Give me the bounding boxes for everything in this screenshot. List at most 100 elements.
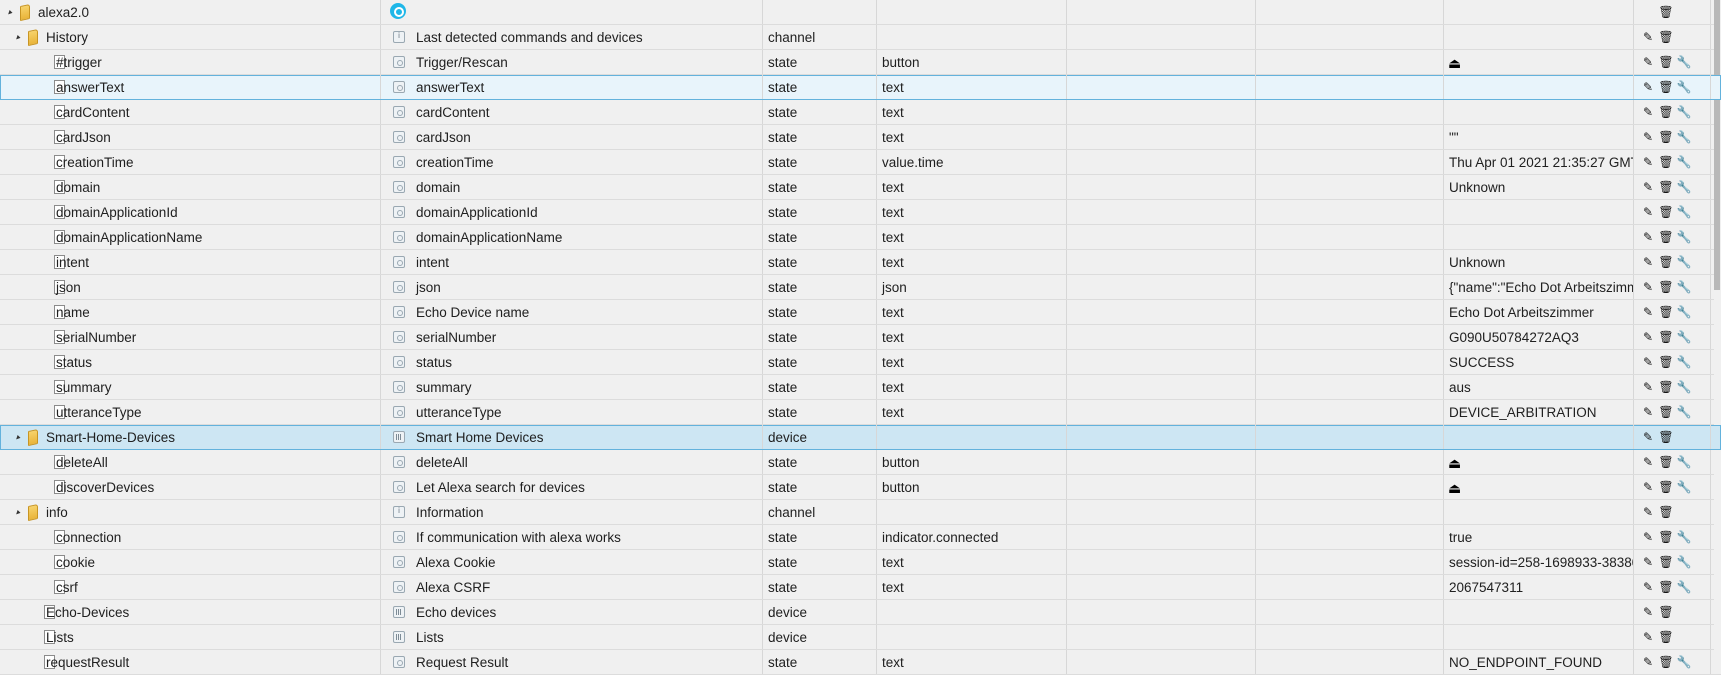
edit-icon[interactable]: ✎ [1640, 475, 1656, 499]
value-cell[interactable]: ⏏ [1444, 50, 1634, 74]
tree-row[interactable]: ▲History Last detected commands and devic… [0, 25, 1721, 50]
delete-icon[interactable]: 🗑 [1658, 400, 1674, 424]
delete-icon[interactable]: 🗑 [1658, 525, 1674, 549]
edit-icon[interactable]: ✎ [1640, 200, 1656, 224]
delete-icon[interactable]: 🗑 [1658, 475, 1674, 499]
tree-row[interactable]: status status state text SUCCESS ✎ 🗑 🔧 [0, 350, 1721, 375]
tree-row[interactable]: serialNumber serialNumber state text G090U50… [0, 325, 1721, 350]
delete-icon[interactable]: 🗑 [1658, 175, 1674, 199]
edit-icon[interactable]: ✎ [1640, 550, 1656, 574]
tree-row[interactable]: intent intent state text Unknown ✎ 🗑 🔧 [0, 250, 1721, 275]
delete-icon[interactable]: 🗑 [1658, 225, 1674, 249]
tree-row[interactable]: summary summary state text aus ✎ 🗑 🔧 [0, 375, 1721, 400]
delete-icon[interactable]: 🗑 [1658, 350, 1674, 374]
delete-icon[interactable]: 🗑 [1658, 25, 1674, 49]
delete-icon[interactable]: 🗑 [1658, 325, 1674, 349]
settings-wrench-icon[interactable]: 🔧 [1676, 400, 1692, 424]
delete-icon[interactable]: 🗑 [1658, 575, 1674, 599]
settings-wrench-icon[interactable]: 🔧 [1676, 375, 1692, 399]
delete-icon[interactable]: 🗑 [1658, 200, 1674, 224]
settings-wrench-icon[interactable]: 🔧 [1676, 575, 1692, 599]
delete-icon[interactable]: 🗑 [1658, 0, 1674, 24]
tree-row[interactable]: Echo-Devices Echo devices device ✎ 🗑 [0, 600, 1721, 625]
tree-row[interactable]: csrf Alexa CSRF state text 2067547311 ✎ 🗑 🔧 [0, 575, 1721, 600]
edit-icon[interactable]: ✎ [1640, 400, 1656, 424]
delete-icon[interactable]: 🗑 [1658, 50, 1674, 74]
edit-icon[interactable]: ✎ [1640, 225, 1656, 249]
tree-row[interactable]: cardJson cardJson state text "" ✎ 🗑 🔧 [0, 125, 1721, 150]
edit-icon[interactable]: ✎ [1640, 350, 1656, 374]
edit-icon[interactable]: ✎ [1640, 300, 1656, 324]
settings-wrench-icon[interactable]: 🔧 [1676, 150, 1692, 174]
delete-icon[interactable]: 🗑 [1658, 425, 1674, 449]
settings-wrench-icon[interactable]: 🔧 [1676, 275, 1692, 299]
tree-row[interactable]: ▲ Smart-Home-Devices Smart Home Devices dev… [0, 425, 1721, 450]
tree-row[interactable]: domainApplicationId domainApplicationId st… [0, 200, 1721, 225]
scrollbar-thumb[interactable] [1714, 0, 1720, 290]
tree-row[interactable]: ▲ alexa2.0 🗑 [0, 0, 1721, 25]
edit-icon[interactable]: ✎ [1640, 600, 1656, 624]
settings-wrench-icon[interactable]: 🔧 [1676, 225, 1692, 249]
delete-icon[interactable]: 🗑 [1658, 275, 1674, 299]
delete-icon[interactable]: 🗑 [1658, 625, 1674, 649]
edit-icon[interactable]: ✎ [1640, 275, 1656, 299]
delete-icon[interactable]: 🗑 [1658, 125, 1674, 149]
settings-wrench-icon[interactable]: 🔧 [1676, 250, 1692, 274]
tree-row[interactable]: requestResult Request Result state text NO_E… [0, 650, 1721, 675]
settings-wrench-icon[interactable]: 🔧 [1676, 175, 1692, 199]
tree-row[interactable]: deleteAll deleteAll state button ⏏ ✎ 🗑 🔧 [0, 450, 1721, 475]
trigger-button-icon[interactable]: ⏏ [1448, 476, 1461, 499]
settings-wrench-icon[interactable]: 🔧 [1676, 325, 1692, 349]
tree-row[interactable]: json json state json {"name":"Echo Dot Arbei… [0, 275, 1721, 300]
settings-wrench-icon[interactable]: 🔧 [1676, 200, 1692, 224]
tree-row[interactable]: #trigger Trigger/Rescan state button ⏏ ✎ 🗑 🔧 [0, 50, 1721, 75]
delete-icon[interactable]: 🗑 [1658, 650, 1674, 674]
trigger-button-icon[interactable]: ⏏ [1448, 51, 1461, 74]
delete-icon[interactable]: 🗑 [1658, 300, 1674, 324]
settings-wrench-icon[interactable]: 🔧 [1676, 125, 1692, 149]
tree-row[interactable]: cardContent cardContent state text ✎ 🗑 🔧 [0, 100, 1721, 125]
edit-icon[interactable]: ✎ [1640, 575, 1656, 599]
settings-wrench-icon[interactable]: 🔧 [1676, 350, 1692, 374]
settings-wrench-icon[interactable]: 🔧 [1676, 650, 1692, 674]
settings-wrench-icon[interactable]: 🔧 [1676, 100, 1692, 124]
edit-icon[interactable]: ✎ [1640, 125, 1656, 149]
tree-row[interactable]: name Echo Device name state text Echo Dot Ar… [0, 300, 1721, 325]
tree-row[interactable]: cookie Alexa Cookie state text session-id=25… [0, 550, 1721, 575]
tree-row[interactable]: discoverDevices Let Alexa search for devi… [0, 475, 1721, 500]
delete-icon[interactable]: 🗑 [1658, 500, 1674, 524]
delete-icon[interactable]: 🗑 [1658, 100, 1674, 124]
vertical-scrollbar[interactable] [1714, 0, 1721, 673]
delete-icon[interactable]: 🗑 [1658, 600, 1674, 624]
edit-icon[interactable]: ✎ [1640, 100, 1656, 124]
delete-icon[interactable]: 🗑 [1658, 75, 1674, 99]
tree-row[interactable]: answerText answerText state text ✎ 🗑 🔧 [0, 75, 1721, 100]
edit-icon[interactable]: ✎ [1640, 250, 1656, 274]
settings-wrench-icon[interactable]: 🔧 [1676, 475, 1692, 499]
settings-wrench-icon[interactable]: 🔧 [1676, 300, 1692, 324]
edit-icon[interactable]: ✎ [1640, 525, 1656, 549]
delete-icon[interactable]: 🗑 [1658, 375, 1674, 399]
edit-icon[interactable]: ✎ [1640, 325, 1656, 349]
edit-icon[interactable]: ✎ [1640, 650, 1656, 674]
edit-icon[interactable]: ✎ [1640, 50, 1656, 74]
settings-wrench-icon[interactable]: 🔧 [1676, 75, 1692, 99]
settings-wrench-icon[interactable]: 🔧 [1676, 50, 1692, 74]
tree-row[interactable]: utteranceType utteranceType state text DEVIC… [0, 400, 1721, 425]
edit-icon[interactable]: ✎ [1640, 625, 1656, 649]
edit-icon[interactable]: ✎ [1640, 500, 1656, 524]
delete-icon[interactable]: 🗑 [1658, 550, 1674, 574]
edit-icon[interactable]: ✎ [1640, 75, 1656, 99]
settings-wrench-icon[interactable]: 🔧 [1676, 525, 1692, 549]
edit-icon[interactable]: ✎ [1640, 375, 1656, 399]
settings-wrench-icon[interactable]: 🔧 [1676, 550, 1692, 574]
delete-icon[interactable]: 🗑 [1658, 250, 1674, 274]
tree-row[interactable]: connection If communication with alexa wo… [0, 525, 1721, 550]
value-cell[interactable]: ⏏ [1444, 475, 1634, 499]
edit-icon[interactable]: ✎ [1640, 150, 1656, 174]
delete-icon[interactable]: 🗑 [1658, 150, 1674, 174]
edit-icon[interactable]: ✎ [1640, 25, 1656, 49]
tree-row[interactable]: domainApplicationName domainApplicationNa… [0, 225, 1721, 250]
tree-row[interactable]: Lists Lists device ✎ 🗑 [0, 625, 1721, 650]
edit-icon[interactable]: ✎ [1640, 425, 1656, 449]
